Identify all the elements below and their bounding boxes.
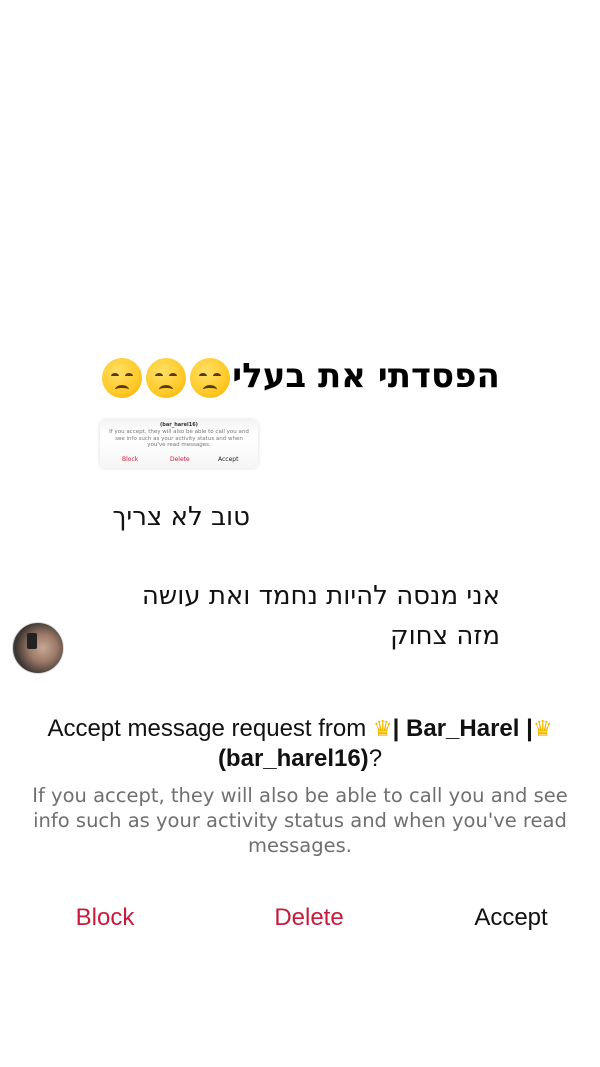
thumbnail-accept-label: Accept — [218, 456, 239, 463]
request-display-name: | Bar_Harel | — [392, 715, 533, 742]
request-description: If you accept, they will also be able to… — [32, 784, 568, 857]
request-title-prefix: Accept message request from — [47, 715, 373, 742]
accept-button[interactable]: Accept — [446, 900, 576, 936]
thumbnail-heading: (bar_harel16) — [160, 422, 198, 428]
disappointed-face-icon — [190, 357, 231, 398]
disappointed-face-icon — [146, 357, 187, 398]
overlay-caption: הפסדתי את בעלי — [60, 352, 540, 400]
disappointed-face-icon — [102, 357, 143, 398]
thumbnail-body: If you accept, they will also be able to… — [109, 429, 249, 448]
screenshot-thumbnail: (bar_harel16) If you accept, they will a… — [100, 420, 258, 468]
crown-icon: ♛ — [532, 716, 553, 741]
message-text: אני מנסה להיות נחמד ואת עושה מזה צחוק — [141, 581, 500, 651]
request-username: (bar_harel16) — [217, 745, 369, 772]
request-title-suffix: ? — [368, 745, 383, 772]
avatar[interactable] — [12, 622, 64, 674]
thumbnail-buttons: Block Delete Accept — [100, 456, 258, 466]
crown-icon: ♛ — [372, 716, 393, 741]
phone-in-photo — [27, 633, 37, 649]
message-text: טוב לא צריך — [112, 502, 250, 532]
block-button[interactable]: Block — [40, 900, 170, 936]
thumbnail-block-label: Block — [122, 456, 139, 463]
request-title: Accept message request from ♛| Bar_Harel… — [10, 714, 590, 774]
thumbnail-delete-label: Delete — [170, 456, 190, 463]
overlay-caption-text: הפסדתי את בעלי — [232, 356, 500, 396]
delete-button[interactable]: Delete — [244, 900, 374, 936]
